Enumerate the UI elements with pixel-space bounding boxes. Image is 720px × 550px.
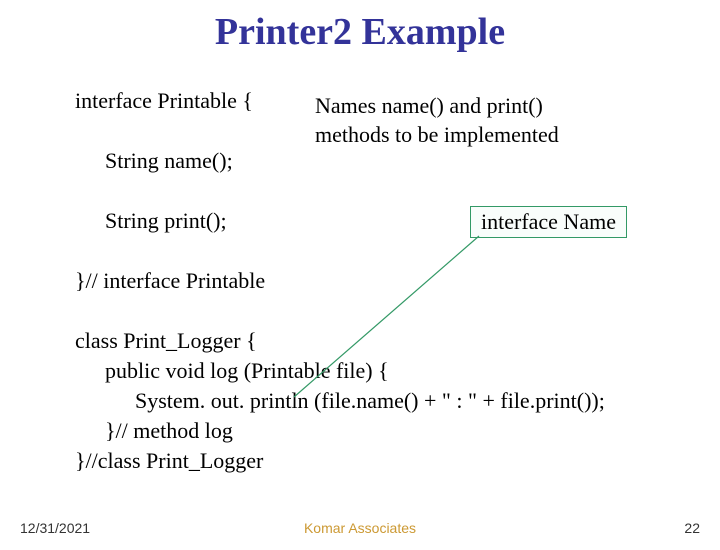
footer-center: Komar Associates xyxy=(0,520,720,536)
footer-page-number: 22 xyxy=(684,520,700,536)
annotation-note: Names name() and print() methods to be i… xyxy=(315,92,615,149)
code-line-8: }// method log xyxy=(105,418,233,444)
code-line-1: interface Printable { xyxy=(75,88,253,114)
code-line-6: public void log (Printable file) { xyxy=(105,358,389,384)
code-line-3: String print(); xyxy=(105,208,227,234)
code-line-5: class Print_Logger { xyxy=(75,328,257,354)
code-line-2: String name(); xyxy=(105,148,233,174)
code-line-7: System. out. println (file.name() + " : … xyxy=(135,388,605,414)
code-line-9: }//class Print_Logger xyxy=(75,448,263,474)
code-line-4: }// interface Printable xyxy=(75,268,265,294)
annotation-box: interface Name xyxy=(470,206,627,238)
slide-title: Printer2 Example xyxy=(0,10,720,54)
